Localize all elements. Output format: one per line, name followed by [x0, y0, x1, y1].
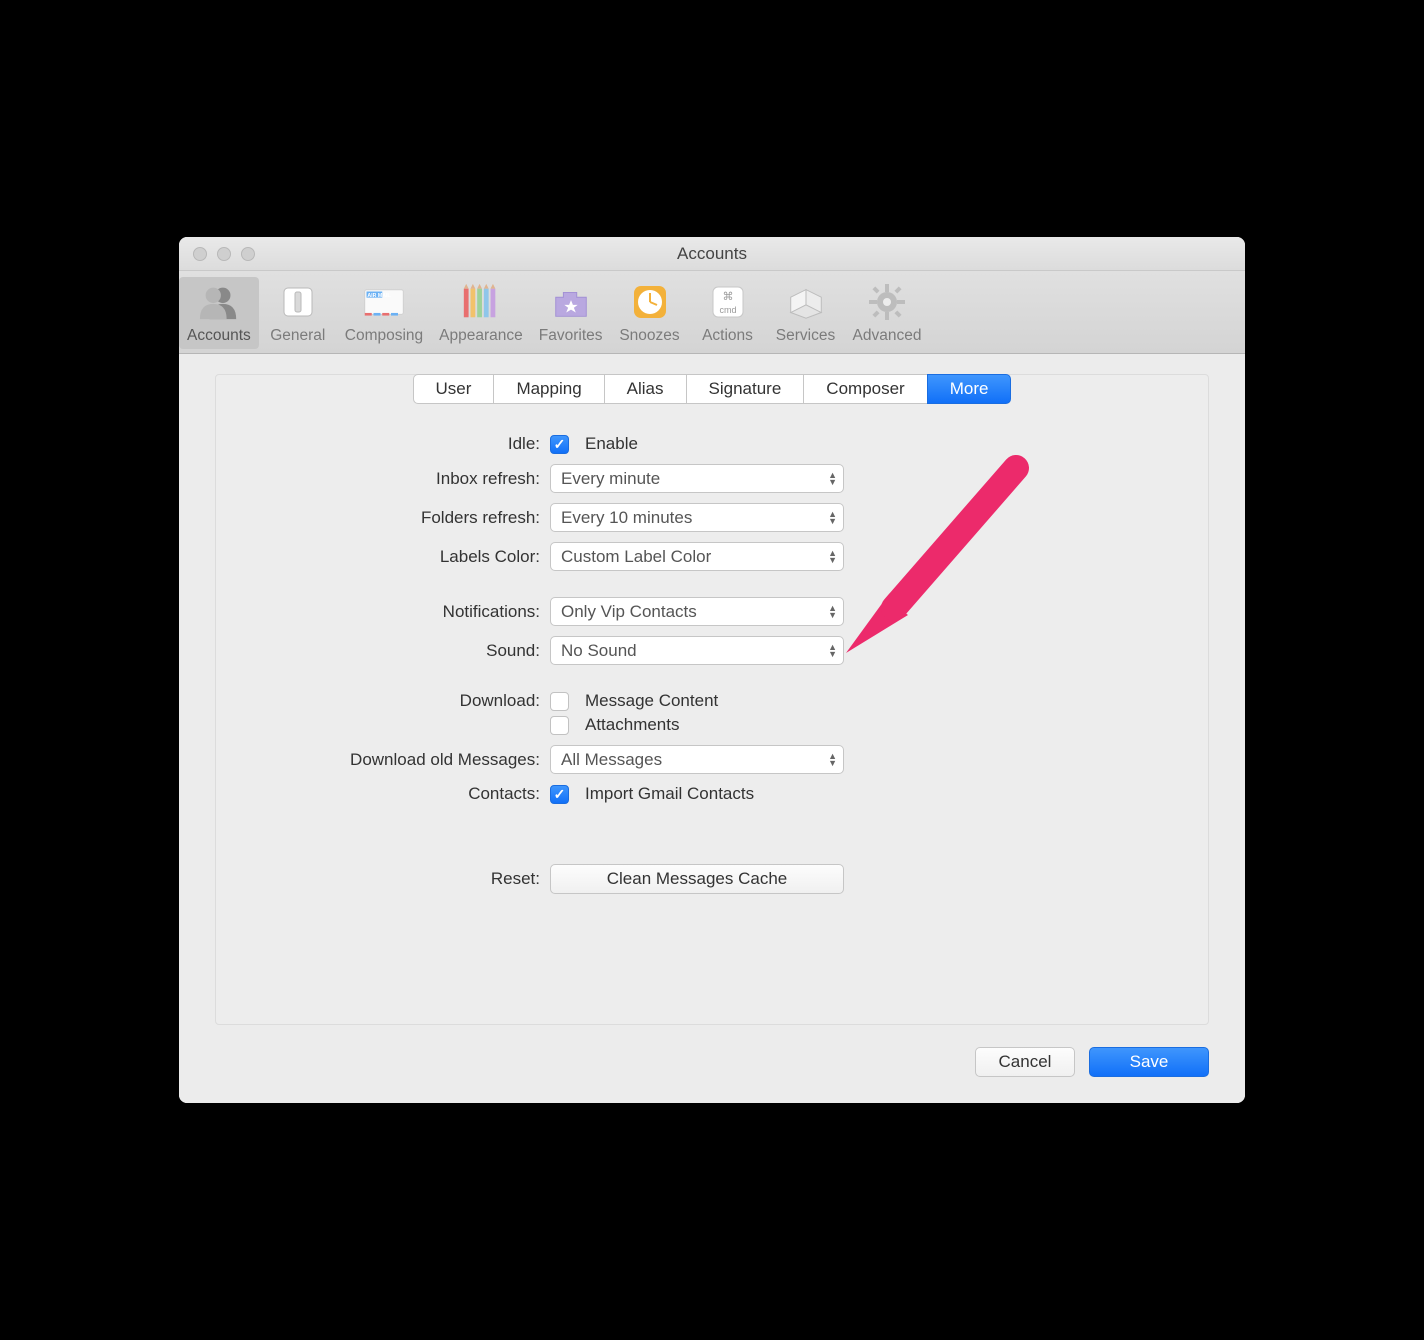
toolbar-label: Actions: [702, 327, 753, 345]
more-settings-form: Idle: Enable Inbox refresh: Every minute…: [216, 434, 1208, 894]
toolbar-label: Services: [776, 327, 835, 345]
window-title: Accounts: [179, 244, 1245, 264]
updown-icon: ▲▼: [828, 753, 837, 767]
notifications-value: Only Vip Contacts: [561, 602, 697, 622]
toolbar-label: Snoozes: [619, 327, 679, 345]
tab-user[interactable]: User: [413, 374, 495, 404]
svg-text:⌘: ⌘: [722, 291, 733, 303]
actions-icon: ⌘ cmd: [707, 281, 749, 323]
toolbar-item-advanced[interactable]: Advanced: [845, 277, 930, 349]
download-old-label: Download old Messages:: [216, 750, 550, 770]
updown-icon: ▲▼: [828, 511, 837, 525]
sound-popup[interactable]: No Sound ▲▼: [550, 636, 844, 665]
clean-messages-cache-button[interactable]: Clean Messages Cache: [550, 864, 844, 894]
toolbar-label: Favorites: [539, 327, 603, 345]
minimize-window-icon[interactable]: [217, 247, 231, 261]
toolbar-item-services[interactable]: Services: [767, 277, 845, 349]
inbox-refresh-popup[interactable]: Every minute ▲▼: [550, 464, 844, 493]
save-button[interactable]: Save: [1089, 1047, 1209, 1077]
import-gmail-contacts-checkbox[interactable]: [550, 785, 569, 804]
inbox-refresh-label: Inbox refresh:: [216, 469, 550, 489]
reset-label: Reset:: [216, 869, 550, 889]
snoozes-icon: [629, 281, 671, 323]
toolbar-item-actions[interactable]: ⌘ cmd Actions: [689, 277, 767, 349]
download-label: Download:: [216, 691, 550, 711]
toolbar-label: Composing: [345, 327, 423, 345]
tab-mapping[interactable]: Mapping: [493, 374, 604, 404]
toolbar-label: General: [270, 327, 325, 345]
panel: User Mapping Alias Signature Composer Mo…: [179, 354, 1245, 1103]
toolbar-label: Accounts: [187, 327, 251, 345]
sound-value: No Sound: [561, 641, 637, 661]
tab-composer[interactable]: Composer: [803, 374, 927, 404]
updown-icon: ▲▼: [828, 550, 837, 564]
toolbar-item-favorites[interactable]: Favorites: [531, 277, 611, 349]
download-attachments-checkbox[interactable]: [550, 716, 569, 735]
contacts-label: Contacts:: [216, 784, 550, 804]
gear-icon: [866, 281, 908, 323]
download-old-popup[interactable]: All Messages ▲▼: [550, 745, 844, 774]
svg-text:cmd: cmd: [719, 305, 736, 315]
download-old-value: All Messages: [561, 750, 662, 770]
tab-signature[interactable]: Signature: [686, 374, 805, 404]
toolbar-item-appearance[interactable]: Appearance: [431, 277, 531, 349]
download-attachments-text: Attachments: [585, 715, 680, 735]
idle-enable-text: Enable: [585, 434, 638, 454]
zoom-window-icon[interactable]: [241, 247, 255, 261]
download-message-content-checkbox[interactable]: [550, 692, 569, 711]
updown-icon: ▲▼: [828, 605, 837, 619]
general-icon: [277, 281, 319, 323]
toolbar-label: Advanced: [853, 327, 922, 345]
labels-color-popup[interactable]: Custom Label Color ▲▼: [550, 542, 844, 571]
idle-enable-checkbox[interactable]: [550, 435, 569, 454]
toolbar-item-composing[interactable]: AIR MAIL Composing: [337, 277, 431, 349]
toolbar-item-snoozes[interactable]: Snoozes: [611, 277, 689, 349]
composing-icon: AIR MAIL: [363, 281, 405, 323]
dialog-footer: Cancel Save: [215, 1047, 1209, 1077]
services-icon: [785, 281, 827, 323]
cancel-button[interactable]: Cancel: [975, 1047, 1075, 1077]
notifications-popup[interactable]: Only Vip Contacts ▲▼: [550, 597, 844, 626]
toolbar-label: Appearance: [439, 327, 523, 345]
svg-text:AIR MAIL: AIR MAIL: [367, 293, 391, 299]
labels-color-label: Labels Color:: [216, 547, 550, 567]
preferences-toolbar: Accounts General AIR MAIL: [179, 271, 1245, 354]
tab-more[interactable]: More: [927, 374, 1012, 404]
appearance-icon: [460, 281, 502, 323]
window-controls: [179, 247, 255, 261]
download-message-content-text: Message Content: [585, 691, 718, 711]
account-tabs: User Mapping Alias Signature Composer Mo…: [216, 374, 1208, 404]
labels-color-value: Custom Label Color: [561, 547, 711, 567]
toolbar-item-general[interactable]: General: [259, 277, 337, 349]
notifications-label: Notifications:: [216, 602, 550, 622]
inner-panel: User Mapping Alias Signature Composer Mo…: [215, 374, 1209, 1025]
close-window-icon[interactable]: [193, 247, 207, 261]
updown-icon: ▲▼: [828, 472, 837, 486]
sound-label: Sound:: [216, 641, 550, 661]
preferences-window: Accounts Accounts: [179, 237, 1245, 1103]
import-gmail-contacts-text: Import Gmail Contacts: [585, 784, 754, 804]
favorites-icon: [550, 281, 592, 323]
tab-alias[interactable]: Alias: [604, 374, 687, 404]
folders-refresh-popup[interactable]: Every 10 minutes ▲▼: [550, 503, 844, 532]
updown-icon: ▲▼: [828, 644, 837, 658]
inbox-refresh-value: Every minute: [561, 469, 660, 489]
folders-refresh-value: Every 10 minutes: [561, 508, 692, 528]
toolbar-item-accounts[interactable]: Accounts: [179, 277, 259, 349]
folders-refresh-label: Folders refresh:: [216, 508, 550, 528]
accounts-icon: [198, 281, 240, 323]
idle-label: Idle:: [216, 434, 550, 454]
titlebar: Accounts: [179, 237, 1245, 271]
